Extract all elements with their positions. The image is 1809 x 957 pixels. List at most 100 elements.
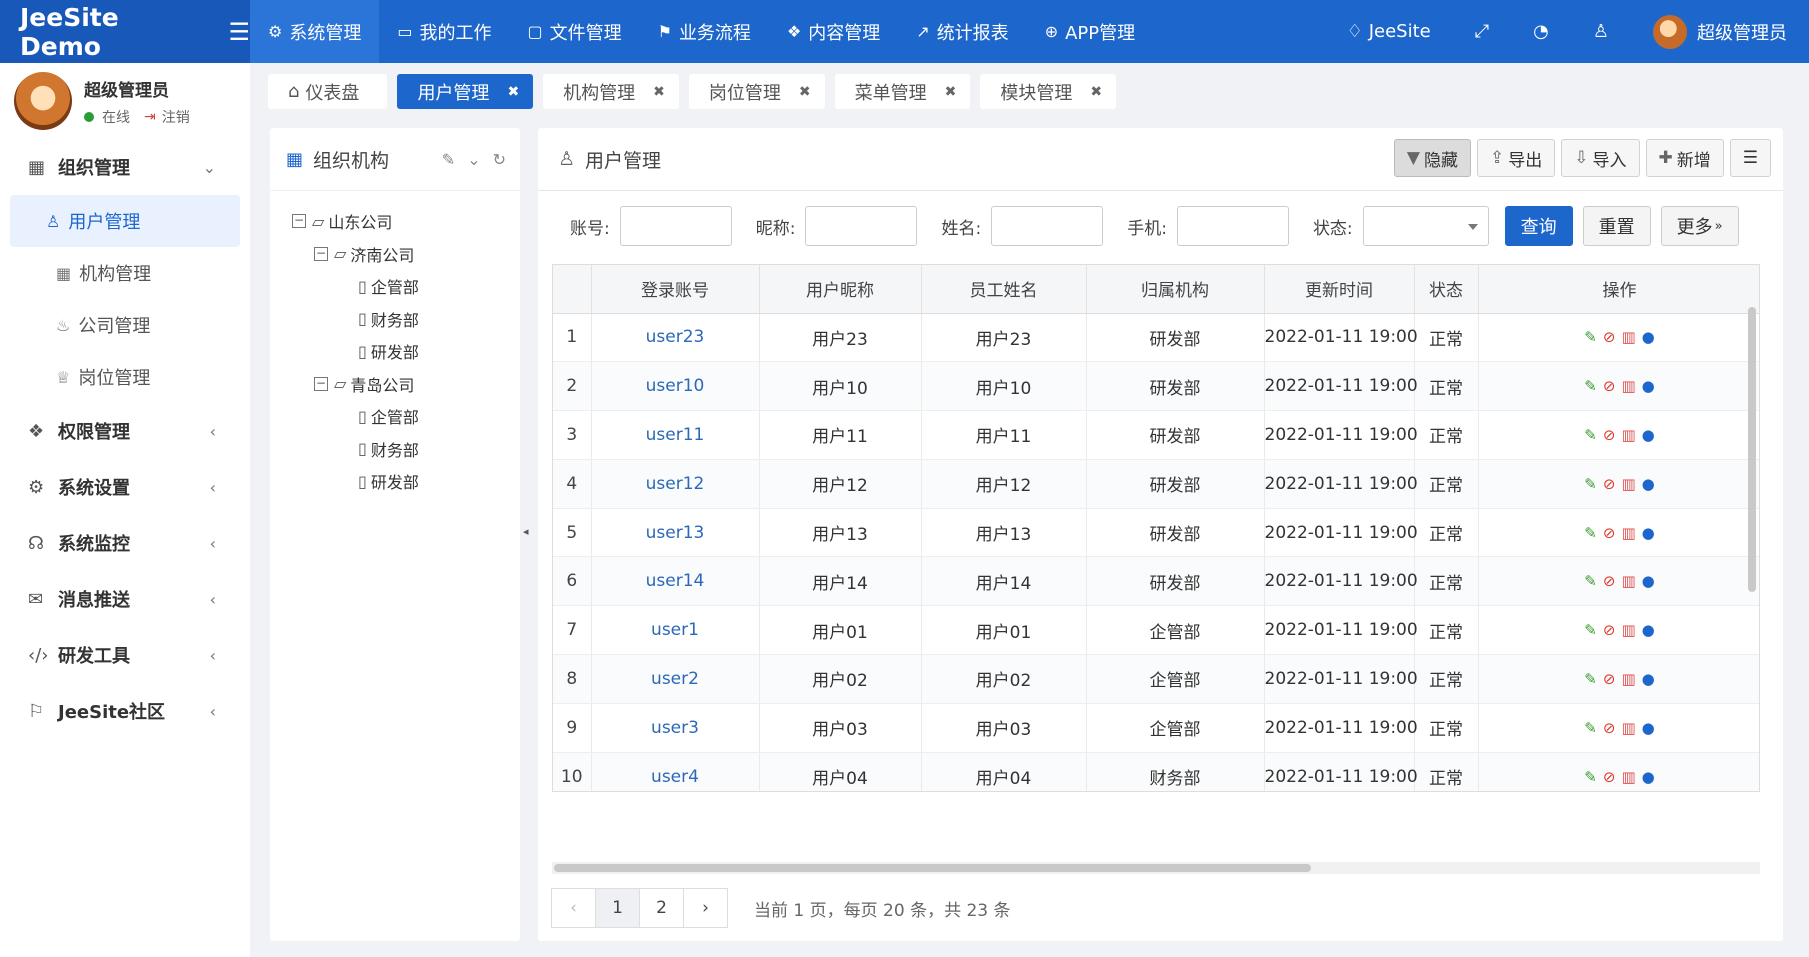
dashboard-icon[interactable]: ◔ — [1511, 21, 1571, 42]
tab[interactable]: 用户管理 ✖ — [397, 74, 534, 109]
sidebar-item[interactable]: ▦ 机构管理 — [10, 247, 240, 299]
edit-icon[interactable]: ✎ — [1584, 719, 1597, 737]
more-circle-icon[interactable]: ● — [1642, 328, 1655, 346]
trash-icon[interactable]: ▥ — [1621, 328, 1635, 346]
disable-icon[interactable]: ⊘ — [1603, 475, 1616, 493]
column-header[interactable]: 员工姓名 — [921, 265, 1087, 314]
more-circle-icon[interactable]: ● — [1642, 524, 1655, 542]
tree-node[interactable]: − ▱ 济南公司 — [292, 238, 520, 271]
more-circle-icon[interactable]: ● — [1642, 670, 1655, 688]
disable-icon[interactable]: ⊘ — [1603, 328, 1616, 346]
disable-icon[interactable]: ⊘ — [1603, 768, 1616, 786]
account-link[interactable]: user11 — [591, 410, 760, 460]
tab[interactable]: ⌂ 仪表盘 — [268, 74, 388, 109]
tab[interactable]: 模块管理 ✖ — [980, 74, 1117, 109]
tree-node[interactable]: − ▱ 山东公司 — [292, 205, 520, 238]
collapse-toggle-icon[interactable]: − — [292, 214, 306, 229]
sidebar-group[interactable]: ⚐ JeeSite社区 ‹ — [0, 683, 250, 739]
reset-button[interactable]: 重置 — [1582, 206, 1651, 246]
disable-icon[interactable]: ⊘ — [1603, 719, 1616, 737]
column-header[interactable]: 更新时间 — [1264, 265, 1415, 314]
account-link[interactable]: user13 — [591, 508, 760, 558]
tree-node[interactable]: ▯ 财务部 — [292, 303, 520, 336]
table-row[interactable]: 7 user1 用户01 用户01 企管部 2022-01-11 19:00 正常 ✎ ⊘ ▥ ● — [553, 605, 1759, 656]
prev-page-button[interactable]: ‹ — [551, 888, 596, 928]
edit-icon[interactable]: ✎ — [1584, 426, 1597, 444]
close-icon[interactable]: ✖ — [653, 84, 665, 100]
tree-node[interactable]: ▯ 企管部 — [292, 400, 520, 433]
sidebar-group[interactable]: ‹/› 研发工具 ‹ — [0, 627, 250, 683]
top-nav-item[interactable]: ▢ 文件管理 — [509, 0, 639, 63]
sidebar-group[interactable]: ✉ 消息推送 ‹ — [0, 571, 250, 627]
top-nav-item[interactable]: ↗ 统计报表 — [898, 0, 1026, 63]
account-link[interactable]: user2 — [591, 654, 760, 704]
collapse-toggle-icon[interactable]: − — [314, 246, 328, 261]
sidebar-group[interactable]: ⚙ 系统设置 ‹ — [0, 459, 250, 515]
disable-icon[interactable]: ⊘ — [1603, 621, 1616, 639]
edit-icon[interactable]: ✎ — [1584, 328, 1597, 346]
edit-icon[interactable]: ✎ — [1584, 475, 1597, 493]
disable-icon[interactable]: ⊘ — [1603, 670, 1616, 688]
disable-icon[interactable]: ⊘ — [1603, 572, 1616, 590]
more-circle-icon[interactable]: ● — [1642, 426, 1655, 444]
more-circle-icon[interactable]: ● — [1642, 475, 1655, 493]
sidebar-item[interactable]: ♙ 用户管理 — [10, 195, 240, 247]
top-nav-item[interactable]: ▭ 我的工作 — [379, 0, 509, 63]
close-icon[interactable]: ✖ — [945, 84, 957, 100]
disable-icon[interactable]: ⊘ — [1603, 426, 1616, 444]
menu-toggle-icon[interactable]: ☰ — [228, 18, 250, 46]
sidebar-group[interactable]: ❖ 权限管理 ‹ — [0, 403, 250, 459]
table-row[interactable]: 2 user10 用户10 用户10 研发部 2022-01-11 19:00 正常 ✎ ⊘ ▥ ● — [553, 361, 1759, 412]
fullscreen-icon[interactable]: ⤢ — [1453, 21, 1511, 42]
tab[interactable]: 岗位管理 ✖ — [688, 74, 825, 109]
trash-icon[interactable]: ▥ — [1621, 621, 1635, 639]
name-input[interactable] — [991, 206, 1104, 246]
sidebar-group[interactable]: ☊ 系统监控 ‹ — [0, 515, 250, 571]
trash-icon[interactable]: ▥ — [1621, 475, 1635, 493]
close-icon[interactable]: ✖ — [799, 84, 811, 100]
collapse-toggle-icon[interactable]: − — [314, 376, 328, 391]
trash-icon[interactable]: ▥ — [1621, 377, 1635, 395]
tree-node[interactable]: ▯ 企管部 — [292, 270, 520, 303]
top-nav-item[interactable]: ⚙ 系统管理 — [250, 0, 380, 63]
column-menu-button[interactable]: ☰ — [1729, 139, 1771, 177]
trash-icon[interactable]: ▥ — [1621, 670, 1635, 688]
column-header[interactable]: 登录账号 — [591, 265, 760, 314]
edit-icon[interactable]: ✎ — [1584, 524, 1597, 542]
tree-node[interactable]: ▯ 研发部 — [292, 465, 520, 498]
more-circle-icon[interactable]: ● — [1642, 621, 1655, 639]
query-button[interactable]: 查询 — [1504, 206, 1573, 246]
brand-link[interactable]: ♢ JeeSite — [1325, 21, 1453, 42]
logout-link[interactable]: 注销 — [162, 107, 190, 127]
table-row[interactable]: 6 user14 用户14 用户14 研发部 2022-01-11 19:00 正常 ✎ ⊘ ▥ ● — [553, 556, 1759, 607]
add-button[interactable]: ✚ 新增 — [1645, 139, 1724, 177]
edit-icon[interactable]: ✎ — [1584, 621, 1597, 639]
status-select[interactable] — [1362, 206, 1489, 246]
trash-icon[interactable]: ▥ — [1621, 524, 1635, 542]
app-logo[interactable]: JeeSite Demo ☰ — [0, 0, 250, 63]
table-row[interactable]: 9 user3 用户03 用户03 企管部 2022-01-11 19:00 正常 ✎ ⊘ ▥ ● — [553, 703, 1759, 753]
column-header[interactable]: 操作 — [1478, 265, 1759, 314]
account-link[interactable]: user10 — [591, 361, 760, 412]
close-icon[interactable]: ✖ — [1090, 84, 1102, 100]
disable-icon[interactable]: ⊘ — [1603, 377, 1616, 395]
sidebar-group-org[interactable]: ▦ 组织管理 ⌄ — [0, 139, 250, 195]
next-page-button[interactable]: › — [683, 888, 728, 928]
trash-icon[interactable]: ▥ — [1621, 768, 1635, 786]
table-row[interactable]: 1 user23 用户23 用户23 研发部 2022-01-11 19:00 正常 ✎ ⊘ ▥ ● — [553, 313, 1759, 363]
horizontal-scrollbar[interactable] — [552, 862, 1760, 874]
edit-icon[interactable]: ✎ — [442, 150, 455, 169]
expand-icon[interactable]: ⌄ — [467, 150, 480, 169]
trash-icon[interactable]: ▥ — [1621, 719, 1635, 737]
more-button[interactable]: 更多» — [1660, 206, 1739, 246]
tree-node[interactable]: ▯ 财务部 — [292, 433, 520, 466]
user-menu[interactable]: 超级管理员 — [1631, 14, 1809, 49]
table-row[interactable]: 5 user13 用户13 用户13 研发部 2022-01-11 19:00 正常 ✎ ⊘ ▥ ● — [553, 508, 1759, 558]
account-link[interactable]: user1 — [591, 605, 760, 656]
top-nav-item[interactable]: ⊕ APP管理 — [1027, 0, 1153, 63]
account-input[interactable] — [619, 206, 732, 246]
export-button[interactable]: ⇪ 导出 — [1477, 139, 1556, 177]
account-link[interactable]: user14 — [591, 556, 760, 607]
sidebar-item[interactable]: ♨ 公司管理 — [10, 299, 240, 351]
page-button[interactable]: 1 — [595, 888, 640, 928]
